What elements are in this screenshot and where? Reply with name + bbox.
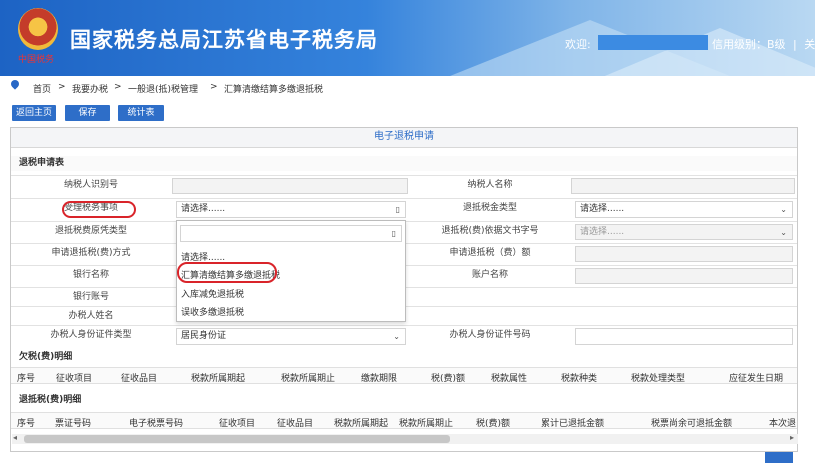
- col-header: 税(费)额: [476, 419, 511, 429]
- amount-label: 申请退抵税（费）额: [449, 248, 531, 258]
- matter-select[interactable]: 请选择...... ▯: [176, 201, 406, 218]
- col-header: 票证号码: [55, 419, 92, 429]
- doc-no-value: 请选择......: [580, 227, 625, 237]
- col-header: 征收品目: [277, 419, 314, 429]
- bank-name-label: 银行名称: [72, 270, 109, 280]
- matter-select-value: 请选择......: [181, 204, 226, 214]
- agent-id-no-label: 办税人身份证件号码: [449, 330, 531, 340]
- scroll-right-icon[interactable]: ▸: [790, 433, 794, 442]
- taxpayer-id-field: [172, 178, 408, 194]
- breadcrumb-current: 汇算清缴结算多缴退抵税: [224, 85, 324, 95]
- scrollbar-thumb[interactable]: [24, 435, 450, 443]
- col-header: 征收项目: [219, 419, 256, 429]
- logo-text: 中国税务: [18, 55, 55, 65]
- tax-emblem-icon: [18, 8, 58, 50]
- agent-id-no-field[interactable]: [575, 328, 793, 345]
- bank-account-label: 银行账号: [72, 292, 109, 302]
- scroll-left-icon[interactable]: ◂: [13, 433, 17, 442]
- col-header: 税款处理类型: [631, 374, 686, 384]
- refund-type-select[interactable]: 请选择...... ⌄: [575, 201, 793, 218]
- doc-no-label: 退抵税(费)依据文书字号: [441, 226, 539, 236]
- col-header: 税款种类: [561, 374, 598, 384]
- breadcrumb-sep: >: [58, 82, 66, 92]
- taxpayer-name-field: [571, 178, 795, 194]
- refund-type-label: 退抵税金类型: [462, 203, 517, 213]
- select-box-icon: ▯: [395, 205, 400, 214]
- refund-type-value: 请选择......: [580, 204, 625, 214]
- agent-id-type-value: 居民身份证: [181, 331, 227, 341]
- location-pin-icon: [9, 78, 21, 90]
- chevron-down-icon: ⌄: [780, 205, 787, 214]
- taxpayer-name-label: 纳税人名称: [467, 180, 513, 190]
- col-header: 税款属性: [491, 374, 528, 384]
- section-refund-application: 退税申请表: [11, 156, 797, 171]
- amount-field[interactable]: [575, 246, 793, 262]
- logout-link[interactable]: 关闭当: [804, 38, 815, 51]
- breadcrumb-tax[interactable]: 我要办税: [72, 82, 108, 95]
- breadcrumb-refund-mgmt[interactable]: 一般退(抵)税管理: [128, 82, 198, 95]
- breadcrumb: 首页 > 我要办税 > 一般退(抵)税管理 > 汇算清缴结算多缴退抵税: [0, 76, 815, 98]
- bottom-action-button[interactable]: [765, 452, 793, 463]
- credit-level-text: 信用级别：B级: [712, 38, 786, 51]
- header-banner: 中国税务 国家税务总局江苏省电子税务局 欢迎: 信用级别：B级 | 关闭当: [0, 0, 815, 76]
- col-header: 征收品目: [121, 374, 158, 384]
- breadcrumb-sep: >: [114, 82, 122, 92]
- col-header: 累计已退抵金额: [541, 419, 605, 429]
- chevron-down-icon: ⌄: [393, 332, 400, 341]
- col-header: 税票尚余可退抵金额: [651, 419, 733, 429]
- method-label: 申请退抵税(费)方式: [51, 248, 131, 258]
- arrears-header-row: 序号 征收项目 征收品目 税款所属期起 税款所属期止 缴款期限 税(费)额 税款…: [11, 367, 797, 384]
- section-refund-detail: 退抵税(费)明细: [19, 395, 82, 405]
- col-header: 本次退: [769, 419, 797, 429]
- highlight-ellipse: [177, 262, 277, 283]
- credit-level: 信用级别：B级 | 关闭当: [712, 36, 815, 52]
- col-header: 税款所属期止: [399, 419, 454, 429]
- select-box-icon: ▯: [391, 229, 396, 238]
- taxpayer-id-label: 纳税人识别号: [63, 180, 118, 190]
- col-header: 缴款期限: [361, 374, 398, 384]
- agent-id-type-label: 办税人身份证件类型: [50, 330, 132, 340]
- user-name-redacted: [598, 35, 708, 50]
- agent-id-type-select[interactable]: 居民身份证 ⌄: [176, 328, 406, 345]
- welcome-text: 欢迎:: [565, 38, 591, 51]
- dropdown-option[interactable]: 误收多缴退抵税: [181, 305, 244, 318]
- account-name-label: 账户名称: [471, 270, 508, 280]
- col-header: 税款所属期起: [191, 374, 246, 384]
- site-title: 国家税务总局江苏省电子税务局: [70, 28, 378, 52]
- save-button[interactable]: 保存: [65, 105, 110, 121]
- back-home-button[interactable]: 返回主页: [12, 105, 56, 121]
- col-header: 税款所属期起: [334, 419, 389, 429]
- section-arrears: 欠税(费)明细: [19, 352, 73, 362]
- breadcrumb-home[interactable]: 首页: [33, 82, 51, 95]
- col-header: 税(费)额: [431, 374, 466, 384]
- header-separator: |: [793, 38, 797, 51]
- chevron-down-icon: ⌄: [780, 228, 787, 237]
- col-header: 税款所属期止: [281, 374, 336, 384]
- dropdown-option[interactable]: 入库减免退抵税: [181, 287, 244, 300]
- breadcrumb-sep: >: [210, 82, 218, 92]
- account-name-field[interactable]: [575, 268, 793, 284]
- dropdown-search-input[interactable]: ▯: [180, 225, 402, 242]
- panel-title: 电子退税申请: [11, 128, 797, 148]
- agent-name-label: 办税人姓名: [68, 311, 114, 321]
- col-header: 序号: [17, 419, 36, 429]
- col-header: 应征发生日期: [729, 374, 784, 384]
- col-header: 征收项目: [56, 374, 93, 384]
- highlight-ellipse: [62, 201, 136, 218]
- stats-table-button[interactable]: 统计表: [118, 105, 164, 121]
- voucher-type-label: 退抵税费原凭类型: [54, 226, 127, 236]
- col-header: 电子税票号码: [129, 419, 184, 429]
- col-header: 序号: [17, 374, 36, 384]
- doc-no-select[interactable]: 请选择...... ⌄: [575, 224, 793, 240]
- refund-detail-header-row: 序号 票证号码 电子税票号码 征收项目 征收品目 税款所属期起 税款所属期止 税…: [11, 412, 797, 429]
